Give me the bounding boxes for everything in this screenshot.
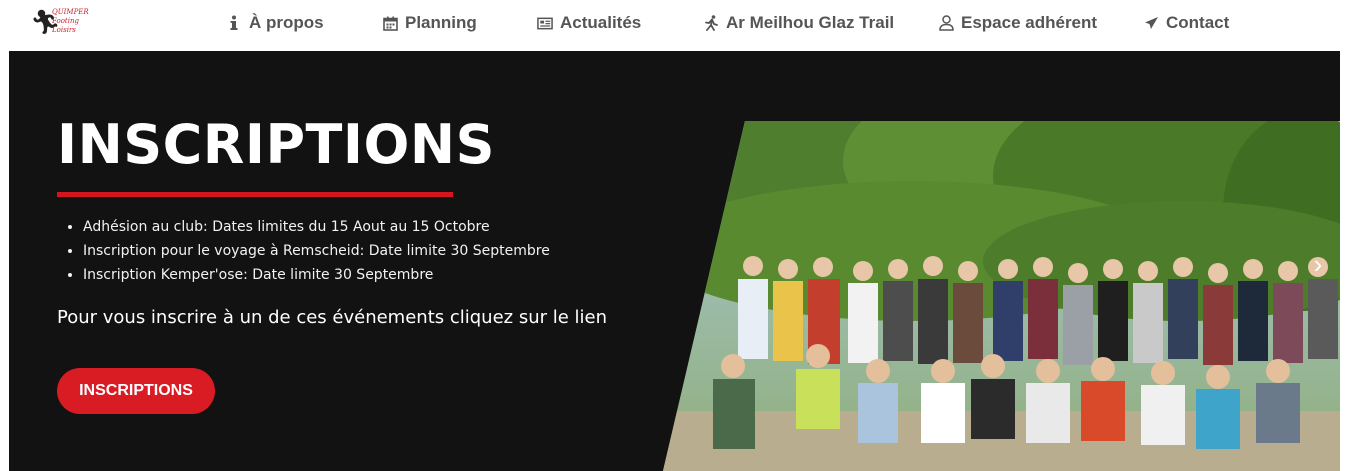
nav-item-label: Espace adhérent (961, 13, 1098, 32)
logo-line-3: Loisirs (52, 26, 76, 34)
chevron-right-icon: › (1313, 249, 1323, 279)
newspaper-icon (537, 15, 553, 31)
nav-item-actualites[interactable]: Actualités (537, 12, 641, 34)
nav-item-planning[interactable]: Planning (382, 12, 477, 34)
hero-banner: INSCRIPTIONS Adhésion au club: Dates lim… (9, 51, 1340, 471)
top-navigation: 🏃︎ QUIMPER Footing Loisirs À propos Plan… (0, 0, 1349, 46)
list-item: Adhésion au club: Dates limites du 15 Ao… (83, 215, 550, 239)
carousel-next-button[interactable]: › (1305, 251, 1331, 277)
nav-item-trail[interactable]: Ar Meilhou Glaz Trail (703, 12, 894, 34)
logo-line-2: Footing (52, 17, 79, 25)
inscriptions-button[interactable]: INSCRIPTIONS (57, 368, 215, 414)
info-icon (226, 15, 242, 31)
club-logo[interactable]: 🏃︎ QUIMPER Footing Loisirs (30, 6, 89, 40)
title-underline (57, 192, 453, 197)
hero-title: INSCRIPTIONS (57, 113, 495, 176)
nav-item-label: Planning (405, 13, 477, 32)
deadline-list: Adhésion au club: Dates limites du 15 Ao… (67, 215, 550, 287)
nav-item-a-propos[interactable]: À propos (226, 12, 324, 34)
nav-item-label: Ar Meilhou Glaz Trail (726, 13, 895, 32)
group-photo (663, 121, 1340, 471)
nav-item-label: À propos (249, 13, 324, 32)
nav-item-espace-adherent[interactable]: Espace adhérent (938, 12, 1097, 34)
nav-item-label: Actualités (560, 13, 642, 32)
calendar-icon (382, 15, 398, 31)
hero-lead-text: Pour vous inscrire à un de ces événement… (57, 307, 608, 328)
paper-plane-icon (1143, 15, 1159, 31)
list-item: Inscription pour le voyage à Remscheid: … (83, 239, 550, 263)
nav-item-contact[interactable]: Contact (1143, 12, 1229, 34)
logo-line-1: QUIMPER (52, 8, 89, 16)
runner-icon (703, 15, 719, 31)
user-icon (938, 15, 954, 31)
list-item: Inscription Kemper'ose: Date limite 30 S… (83, 263, 550, 287)
nav-item-label: Contact (1166, 13, 1230, 32)
